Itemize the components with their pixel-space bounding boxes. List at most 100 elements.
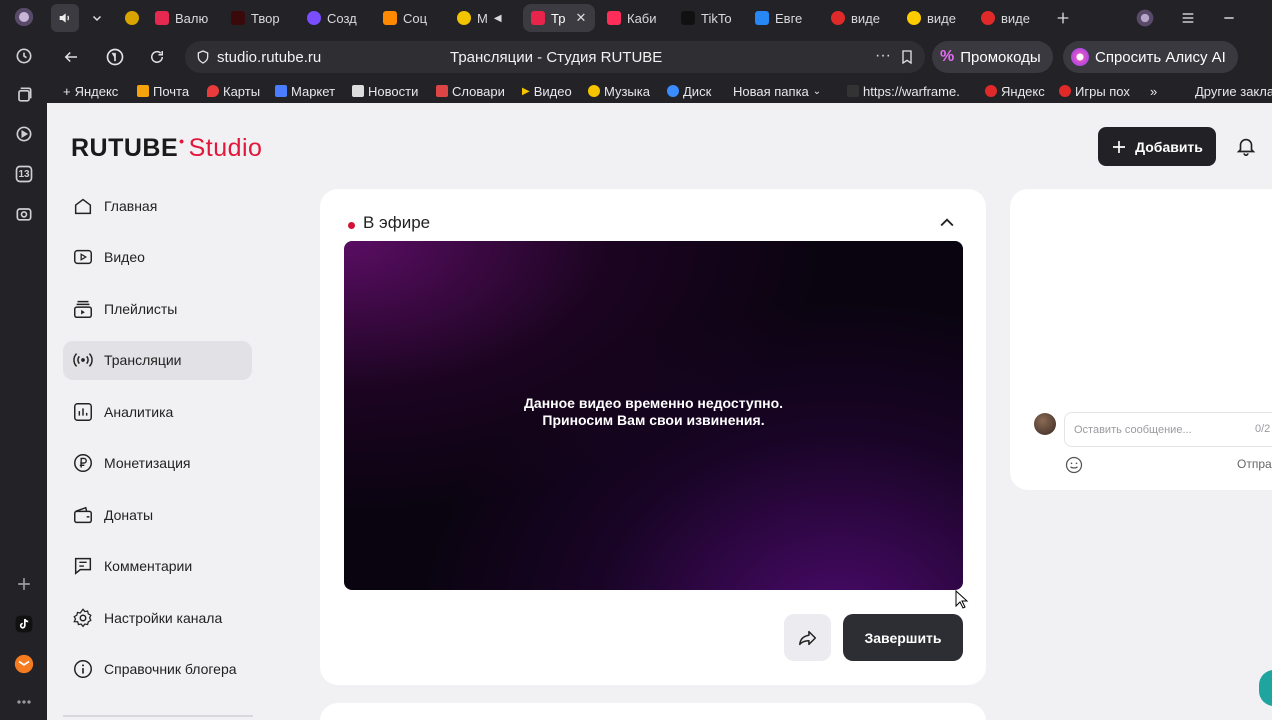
- chat-panel: Оставить сообщение... 0/2 Отпра: [1010, 189, 1272, 490]
- sidebar-item-comments[interactable]: Комментарии: [63, 547, 252, 586]
- collections-icon[interactable]: [12, 83, 36, 107]
- tab-6-active[interactable]: Тр ✕: [523, 4, 595, 32]
- tab-9[interactable]: Евге: [747, 4, 819, 32]
- bookmark-label: Карты: [223, 83, 261, 99]
- collapse-chevron-up-icon[interactable]: [937, 213, 957, 233]
- sidebar-item-broadcasts[interactable]: Трансляции: [63, 340, 252, 380]
- promo-codes-button[interactable]: % Промокоды: [932, 41, 1053, 73]
- gear-icon: [73, 607, 92, 627]
- bookmark-label: Новости: [368, 83, 419, 99]
- screenshot-icon[interactable]: [12, 202, 36, 226]
- bookmark-label: Яндекс: [1001, 83, 1045, 99]
- mail-sidebar-icon[interactable]: [12, 652, 36, 676]
- yandex-home-icon[interactable]: [103, 45, 127, 69]
- percent-icon: %: [940, 48, 955, 65]
- bookmark-dictionaries[interactable]: Словари: [436, 82, 505, 100]
- browser-menu-icon[interactable]: [1174, 4, 1202, 32]
- games-icon: [1059, 85, 1071, 97]
- bookmark-icon[interactable]: [899, 49, 915, 65]
- yandex-icon: [985, 85, 997, 97]
- sidebar-item-monetization[interactable]: Монетизация: [63, 444, 252, 483]
- bookmark-music[interactable]: Музыка: [588, 82, 650, 100]
- tab-label: Каби: [627, 10, 657, 26]
- sidebar-divider: [63, 715, 253, 717]
- tabs-dropdown-chevron-icon[interactable]: [83, 4, 111, 32]
- bookmark-mail[interactable]: Почта: [137, 82, 189, 100]
- tab-label: Соц: [403, 10, 428, 26]
- sidebar-item-playlists[interactable]: Плейлисты: [63, 289, 252, 328]
- bookmark-news[interactable]: Новости: [352, 82, 418, 100]
- tab-favicon-icon: [383, 11, 397, 25]
- chat-message-input[interactable]: Оставить сообщение... 0/2: [1064, 412, 1272, 447]
- help-chat-fab[interactable]: [1259, 670, 1272, 706]
- bookmarks-bar: + Яндекс Почта Карты Маркет Новости Слова…: [47, 78, 1272, 103]
- bookmark-disk[interactable]: Диск: [667, 82, 711, 100]
- tab-11[interactable]: виде: [899, 4, 971, 32]
- sound-icon[interactable]: [51, 4, 79, 32]
- share-button[interactable]: [784, 614, 831, 661]
- bookmark-video[interactable]: ▶ Видео: [522, 82, 572, 100]
- emoji-smile-icon[interactable]: [1064, 455, 1084, 475]
- player-icon[interactable]: [12, 122, 36, 146]
- tab-10[interactable]: виде: [823, 4, 895, 32]
- ask-alice-button[interactable]: Спросить Алису AI: [1063, 41, 1238, 73]
- notifications-bell-icon[interactable]: [1235, 135, 1257, 157]
- bookmark-games[interactable]: Игры пох: [1059, 82, 1149, 100]
- history-icon[interactable]: [12, 44, 36, 68]
- tab-4[interactable]: Соц: [375, 4, 445, 32]
- profile-avatar-icon[interactable]: [12, 5, 36, 29]
- tab-mute-icon[interactable]: ◀: [494, 13, 502, 24]
- tab-favicon-icon: [981, 11, 995, 25]
- analytics-icon: [74, 402, 92, 421]
- badge-13-icon[interactable]: 13: [12, 162, 36, 186]
- bookmark-label: Новая папка: [733, 83, 809, 99]
- rutube-studio-logo[interactable]: RUTUBE • Studio: [71, 133, 262, 163]
- tab-8[interactable]: TikTo: [673, 4, 745, 32]
- tab-favicon-icon: [155, 11, 169, 25]
- bookmarks-overflow-icon[interactable]: »: [1150, 82, 1157, 100]
- more-dots-icon[interactable]: [12, 690, 36, 714]
- add-content-button[interactable]: Добавить: [1098, 127, 1216, 166]
- more-options-dots-icon[interactable]: ···: [875, 47, 891, 65]
- sidebar-item-channel-settings[interactable]: Настройки канала: [63, 598, 252, 637]
- sidebar-item-home[interactable]: Главная: [63, 186, 252, 225]
- bookmark-warframe[interactable]: https://warframe.: [847, 82, 969, 100]
- bookmark-yandex-2[interactable]: Яндекс: [985, 82, 1045, 100]
- tab-2[interactable]: Твор: [223, 4, 295, 32]
- add-panel-icon[interactable]: [12, 572, 36, 596]
- reload-icon[interactable]: [145, 45, 169, 69]
- chat-send-button[interactable]: Отпра: [1237, 457, 1272, 471]
- sidebar-item-blogger-guide[interactable]: Справочник блогера: [63, 650, 252, 689]
- sidebar-item-video[interactable]: Видео: [63, 238, 252, 277]
- tab-3[interactable]: Созд: [299, 4, 371, 32]
- video-icon: [74, 249, 92, 265]
- bookmark-market[interactable]: Маркет: [275, 82, 335, 100]
- back-arrow-icon[interactable]: [59, 45, 83, 69]
- other-bookmarks[interactable]: Другие закла: [1195, 82, 1272, 100]
- sidebar-item-analytics[interactable]: Аналитика: [63, 392, 252, 431]
- map-pin-icon: [207, 85, 219, 97]
- unavailable-line-2: Приносим Вам свои извинения.: [542, 412, 765, 428]
- tab-strip: Валю Твор Созд Соц М ◀ Тр ✕ Каби TikTo Е…: [47, 0, 1272, 36]
- tab-1[interactable]: Валю: [147, 4, 219, 32]
- tab-close-icon[interactable]: ✕: [575, 10, 586, 26]
- bookmark-maps[interactable]: Карты: [207, 82, 260, 100]
- tab-12[interactable]: виде: [973, 4, 1045, 32]
- address-toolbar: studio.rutube.ru Трансляции - Студия RUT…: [47, 36, 1272, 78]
- end-stream-button[interactable]: Завершить: [843, 614, 963, 661]
- tab-label: виде: [1001, 10, 1030, 26]
- sidebar-item-label: Справочник блогера: [104, 661, 237, 677]
- sidebar-item-donations[interactable]: Донаты: [63, 495, 252, 534]
- minimize-window-icon[interactable]: [1215, 4, 1243, 32]
- new-tab-plus-icon[interactable]: [1049, 4, 1077, 32]
- tab-label: TikTo: [701, 10, 732, 26]
- address-bar[interactable]: studio.rutube.ru Трансляции - Студия RUT…: [185, 41, 925, 73]
- bookmark-folder[interactable]: Новая папка ⌄: [733, 82, 821, 100]
- page-title-in-address: Трансляции - Студия RUTUBE: [450, 48, 663, 66]
- tab-7[interactable]: Каби: [599, 4, 671, 32]
- tab-5[interactable]: М ◀: [449, 4, 519, 32]
- stream-video-player[interactable]: Данное видео временно недоступно. Принос…: [344, 241, 963, 590]
- tiktok-sidebar-icon[interactable]: [12, 612, 36, 636]
- bookmark-yandex[interactable]: + Яндекс: [63, 82, 118, 100]
- browser-profile-icon[interactable]: [1131, 4, 1159, 32]
